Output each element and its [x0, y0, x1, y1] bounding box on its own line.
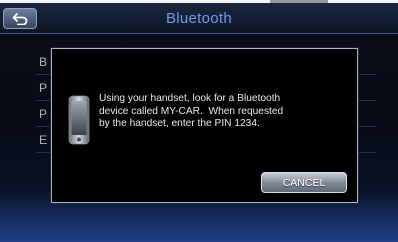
pairing-dialog: Using your handset, look for a Bluetooth… — [51, 48, 358, 203]
bluetooth-screen: Bluetooth B P P E Using your handset, lo… — [0, 3, 398, 242]
dialog-message: Using your handset, look for a Bluetooth… — [99, 93, 284, 129]
header-bar: Bluetooth — [0, 3, 398, 34]
page-title: Bluetooth — [165, 10, 233, 27]
cancel-button[interactable]: CANCEL — [261, 172, 347, 193]
smartphone-icon — [68, 95, 90, 145]
